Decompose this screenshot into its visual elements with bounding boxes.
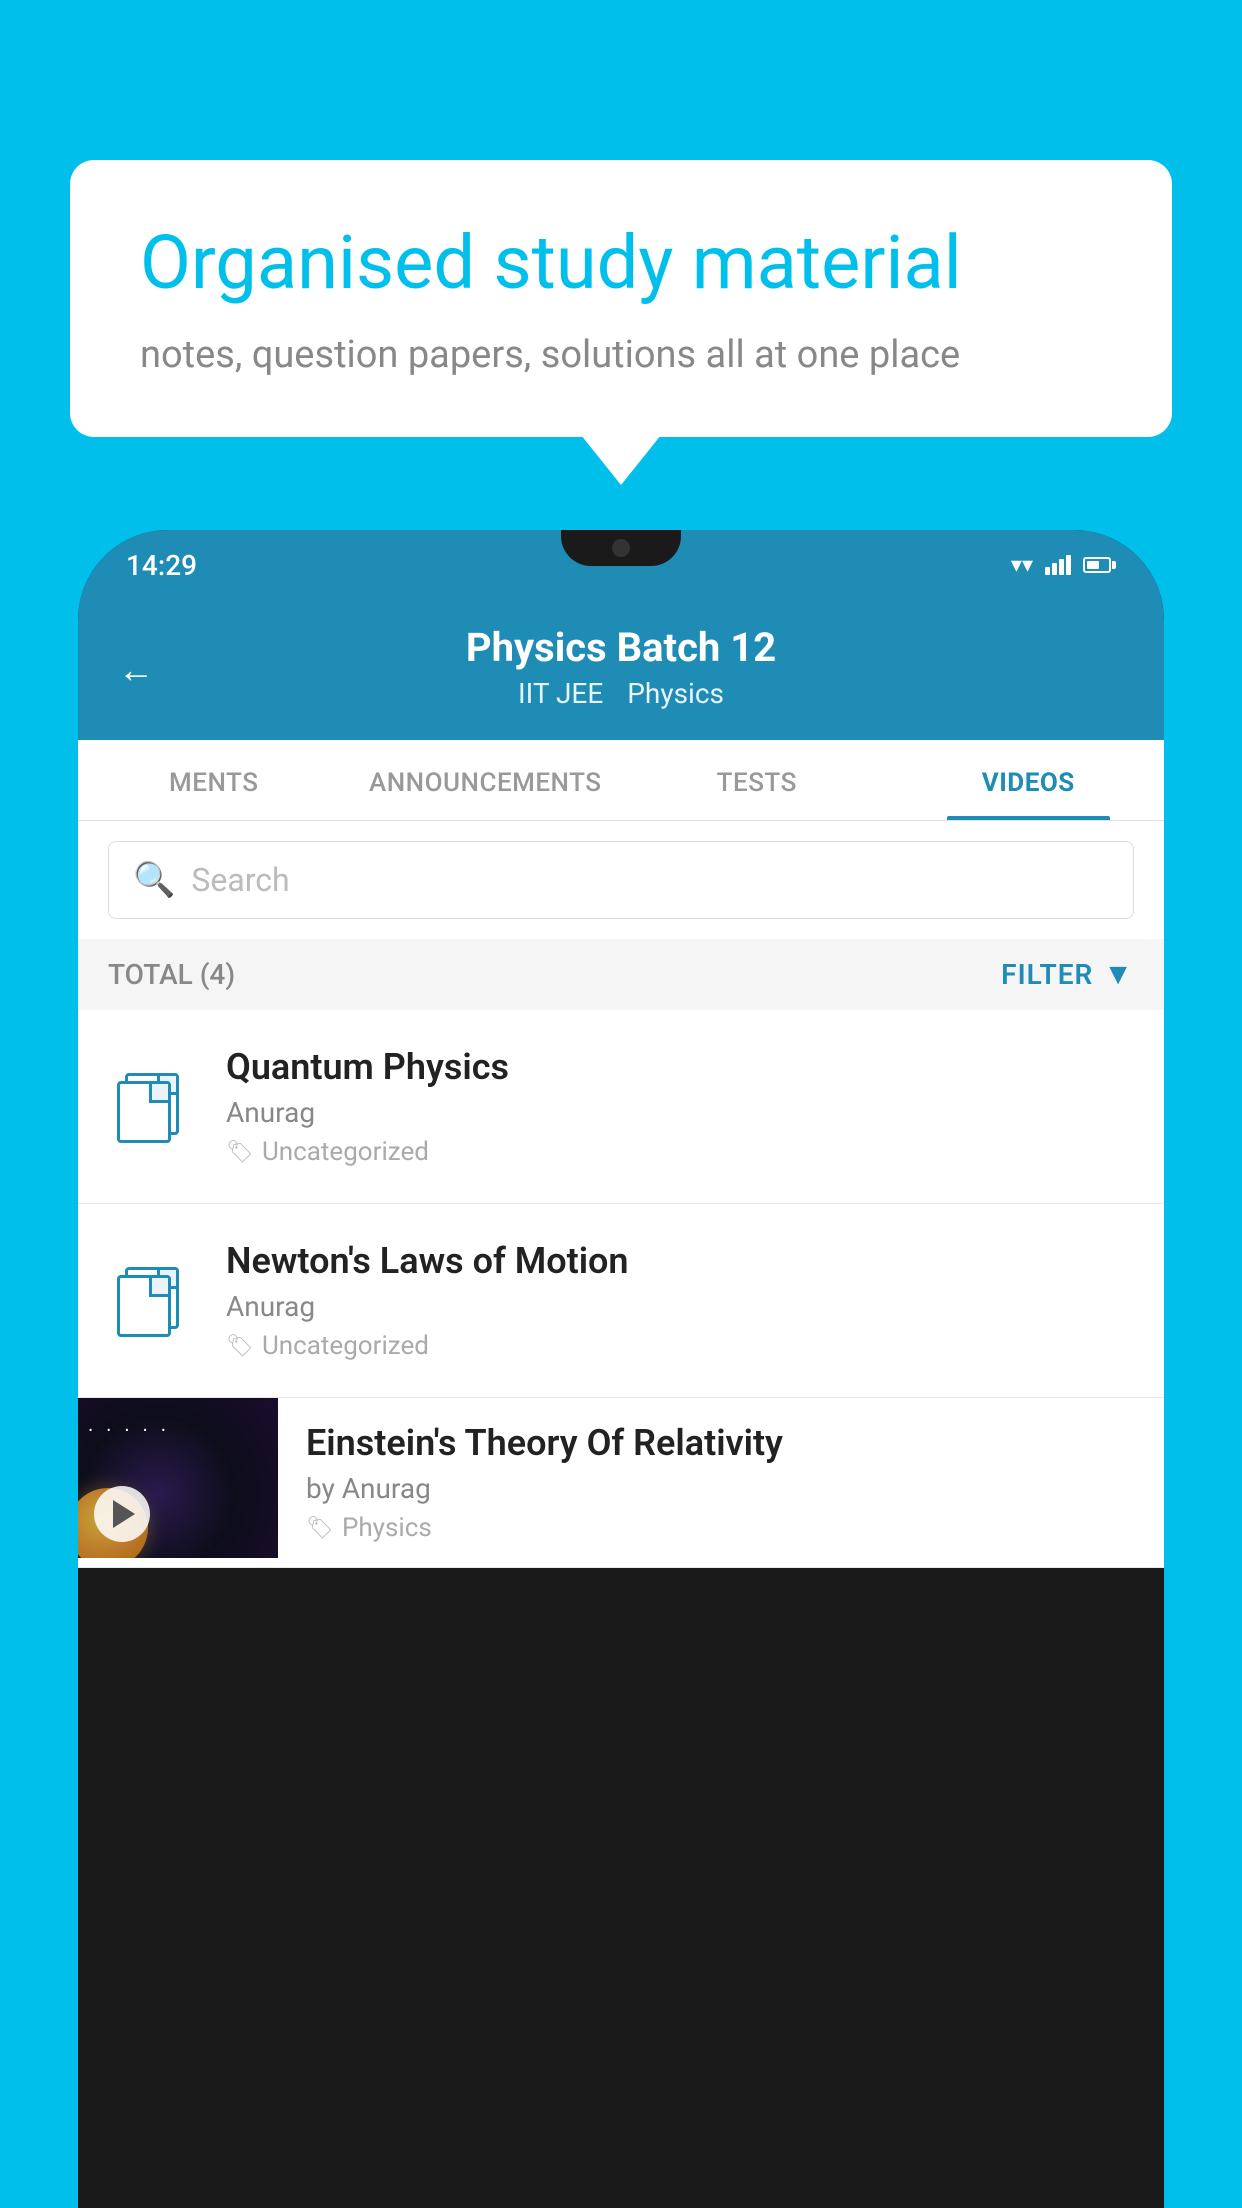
- filter-label: FILTER: [1001, 958, 1093, 991]
- tab-videos[interactable]: VIDEOS: [893, 740, 1165, 820]
- status-time: 14:29: [126, 549, 197, 582]
- tab-announcements[interactable]: ANNOUNCEMENTS: [350, 740, 622, 820]
- item-tag-2: 🏷 Uncategorized: [226, 1331, 1134, 1361]
- speech-bubble: Organised study material notes, question…: [70, 160, 1172, 437]
- item-icon-2: [108, 1267, 198, 1335]
- video-tag-label: Physics: [342, 1513, 432, 1543]
- play-button[interactable]: [94, 1486, 150, 1542]
- filter-button[interactable]: FILTER ▼: [1001, 957, 1134, 992]
- phone-frame: 14:29 ▾▾ ← Physics Batch 12: [78, 530, 1164, 2208]
- tag-label-2: Uncategorized: [262, 1331, 429, 1361]
- video-info: Einstein's Theory Of Relativity by Anura…: [278, 1398, 1164, 1567]
- content-list: Quantum Physics Anurag 🏷 Uncategorized: [78, 1010, 1164, 1568]
- tag-icon-1: 🏷: [226, 1140, 254, 1165]
- signal-icon: [1045, 555, 1071, 575]
- search-bar[interactable]: 🔍 Search: [108, 841, 1134, 919]
- status-icons: ▾▾: [1011, 553, 1116, 578]
- search-container: 🔍 Search: [78, 821, 1164, 939]
- subtitle-subject: Physics: [627, 677, 724, 710]
- camera: [612, 539, 630, 557]
- status-bar: 14:29 ▾▾: [78, 530, 1164, 600]
- tag-label-1: Uncategorized: [262, 1137, 429, 1167]
- item-info-1: Quantum Physics Anurag 🏷 Uncategorized: [226, 1046, 1134, 1167]
- file-icon-1: [117, 1073, 189, 1141]
- battery-icon: [1083, 557, 1116, 573]
- tab-ments[interactable]: MENTS: [78, 740, 350, 820]
- item-tag-1: 🏷 Uncategorized: [226, 1137, 1134, 1167]
- search-icon: 🔍: [133, 860, 175, 900]
- file-icon-2: [117, 1267, 189, 1335]
- tab-tests[interactable]: TESTS: [621, 740, 893, 820]
- tag-icon-2: 🏷: [226, 1334, 254, 1359]
- video-tag: 🏷 Physics: [306, 1513, 1140, 1543]
- subtitle-course: IIT JEE: [518, 677, 603, 710]
- item-author-2: Anurag: [226, 1290, 1134, 1323]
- item-author-1: Anurag: [226, 1096, 1134, 1129]
- search-placeholder: Search: [191, 861, 289, 899]
- item-title-1: Quantum Physics: [226, 1046, 1134, 1088]
- speech-bubble-container: Organised study material notes, question…: [70, 160, 1172, 437]
- page-title: Physics Batch 12: [118, 624, 1124, 671]
- tab-bar: MENTS ANNOUNCEMENTS TESTS VIDEOS: [78, 740, 1164, 821]
- notch: [561, 530, 681, 566]
- filter-bar: TOTAL (4) FILTER ▼: [78, 939, 1164, 1010]
- video-thumbnail: [78, 1398, 278, 1558]
- page-subtitle: IIT JEE Physics: [118, 677, 1124, 710]
- list-item[interactable]: Newton's Laws of Motion Anurag 🏷 Uncateg…: [78, 1204, 1164, 1398]
- wifi-icon: ▾▾: [1011, 553, 1033, 578]
- list-item[interactable]: Quantum Physics Anurag 🏷 Uncategorized: [78, 1010, 1164, 1204]
- back-button[interactable]: ←: [118, 649, 154, 691]
- app-header: ← Physics Batch 12 IIT JEE Physics: [78, 600, 1164, 740]
- item-info-2: Newton's Laws of Motion Anurag 🏷 Uncateg…: [226, 1240, 1134, 1361]
- list-item-video[interactable]: Einstein's Theory Of Relativity by Anura…: [78, 1398, 1164, 1568]
- video-title: Einstein's Theory Of Relativity: [306, 1422, 1140, 1464]
- play-icon: [113, 1500, 135, 1528]
- video-author: by Anurag: [306, 1472, 1140, 1505]
- filter-icon: ▼: [1103, 957, 1134, 992]
- total-count: TOTAL (4): [108, 958, 235, 991]
- speech-bubble-subtext: notes, question papers, solutions all at…: [140, 333, 1102, 377]
- item-title-2: Newton's Laws of Motion: [226, 1240, 1134, 1282]
- app-background: Organised study material notes, question…: [0, 0, 1242, 2208]
- item-icon-1: [108, 1073, 198, 1141]
- tag-icon-video: 🏷: [306, 1516, 334, 1541]
- speech-bubble-heading: Organised study material: [140, 220, 1102, 309]
